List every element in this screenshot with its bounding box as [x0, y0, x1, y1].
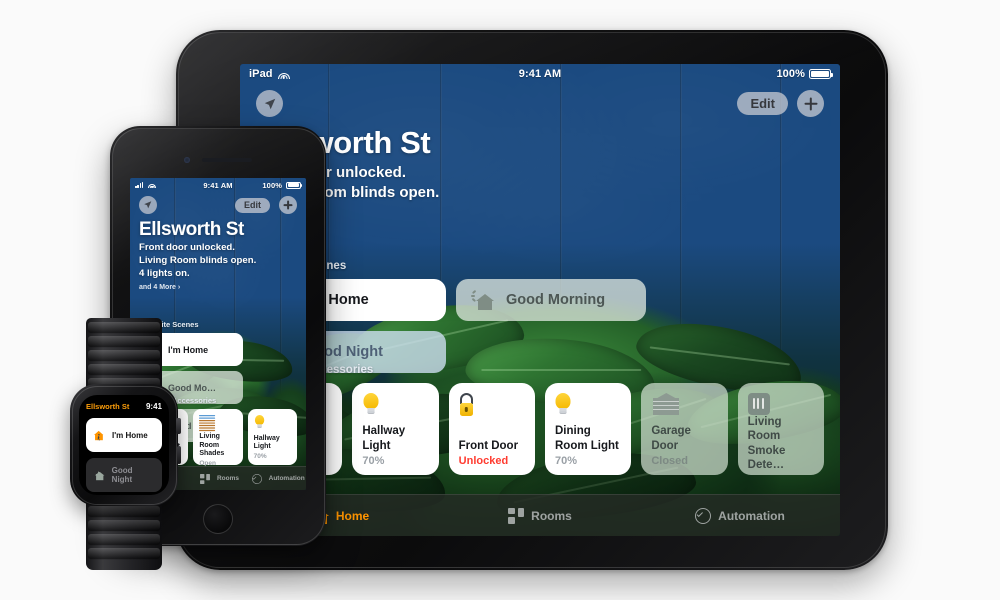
- edit-button[interactable]: Edit: [235, 197, 270, 213]
- page-title: Ellsworth St: [256, 125, 431, 160]
- tab-automation[interactable]: Automation: [247, 471, 306, 487]
- page-title: Ellsworth St: [139, 219, 244, 240]
- ipad-scenes-section: Favorite Scenes I'm Home Good Morning Go…: [256, 260, 824, 373]
- iphone-home-header: Edit Ellsworth St Front door unlocked. L…: [130, 192, 306, 291]
- rooms-icon: [200, 473, 210, 484]
- scene-home-icon: [94, 430, 104, 441]
- tab-label: Rooms: [216, 475, 240, 482]
- scene-label: Good Night: [111, 466, 133, 484]
- tab-label: Automation: [268, 475, 305, 482]
- accessory-name: Dining Room Light: [554, 425, 619, 452]
- accessory-hallway-light[interactable]: Hallway Light 70%: [247, 409, 297, 465]
- accessory-list: Living Room Shades Open Hallway Light 70…: [256, 383, 824, 475]
- tab-label: Home: [335, 508, 370, 523]
- watch-home-title: Ellsworth St: [86, 402, 130, 411]
- iphone-battery-percent: 100%: [262, 180, 282, 190]
- battery-icon: [286, 181, 302, 189]
- scene-label: Good Morning: [506, 292, 606, 308]
- watch-band-bottom: [86, 500, 162, 570]
- tab-label: Automation: [718, 508, 785, 523]
- garage-icon: [651, 393, 682, 415]
- tab-label: Rooms: [531, 508, 572, 523]
- iphone-home-button[interactable]: [203, 504, 233, 534]
- watch-side-button[interactable]: [176, 446, 181, 464]
- accessory-name: Front Door: [458, 439, 519, 452]
- ipad-accessories-section: Favorite Accessories Living Room Shades …: [256, 364, 824, 475]
- location-arrow-icon[interactable]: [139, 196, 157, 214]
- watch-scene-good-night[interactable]: Good Night: [86, 458, 162, 492]
- ipad-screen: iPad 9:41 AM 100% Edit Ellsworth St Fron…: [240, 64, 840, 536]
- iphone-earpiece-speaker: [202, 158, 252, 162]
- tab-rooms[interactable]: Rooms: [440, 507, 640, 524]
- ipad-tab-bar: Home Rooms Automation: [240, 494, 840, 536]
- scene-label: I'm Home: [112, 430, 148, 440]
- plus-icon[interactable]: [797, 90, 824, 117]
- accessory-name: Hallway Light: [253, 434, 280, 451]
- home-status-line-1: Front door unlocked.: [139, 242, 235, 253]
- home-status-line-2: Living Room blinds open.: [256, 183, 440, 201]
- accessory-garage-door[interactable]: Garage Door Closed: [641, 383, 728, 475]
- scene-good-morning[interactable]: Good Morning: [456, 279, 646, 321]
- bulb-icon: [362, 393, 379, 417]
- wifi-icon: [148, 182, 157, 188]
- watch-screen: Ellsworth St 9:41 I'm Home Good Night: [79, 395, 169, 495]
- accessory-state: 70%: [554, 455, 578, 467]
- tab-automation[interactable]: Automation: [640, 507, 840, 524]
- accessory-name: Living Room Shades: [199, 433, 225, 458]
- automation-icon: [251, 473, 262, 484]
- cellular-bars-icon: [135, 182, 144, 188]
- blinds-icon: [199, 415, 216, 432]
- automation-icon: [695, 507, 712, 524]
- accessory-state: Unlocked: [458, 455, 509, 467]
- accessory-name: Garage Door: [651, 425, 691, 452]
- lock-open-icon: [459, 393, 481, 417]
- watch-clock: 9:41: [145, 402, 162, 411]
- scene-night-icon: [94, 470, 105, 481]
- ipad-battery-percent: 100%: [776, 68, 805, 80]
- smoke-detector-icon: [747, 393, 770, 415]
- accessory-hallway-light[interactable]: Hallway Light 70%: [352, 383, 439, 475]
- rooms-icon: [508, 507, 525, 524]
- ipad-home-header: Edit Ellsworth St Front door unlocked. L…: [240, 84, 840, 203]
- accessories-section-label: Favorite Accessories: [258, 364, 374, 376]
- battery-icon: [809, 69, 833, 79]
- home-status-line-2: Living Room blinds open.: [139, 254, 257, 266]
- ipad-status-bar: iPad 9:41 AM 100%: [240, 64, 840, 84]
- home-status-line-1: Front door unlocked.: [256, 164, 406, 181]
- accessory-name: Hallway Light: [362, 425, 406, 452]
- accessory-state: 70%: [253, 453, 267, 460]
- ipad-device-label: iPad: [249, 68, 273, 80]
- apple-watch-device: Ellsworth St 9:41 I'm Home Good Night: [60, 318, 188, 570]
- scene-list: I'm Home Good Morning Good Night: [256, 279, 824, 373]
- digital-crown[interactable]: [176, 418, 181, 434]
- accessory-name: Living Room Smoke Dete…: [747, 416, 786, 472]
- iphone-front-camera-icon: [184, 157, 190, 163]
- and-more-link[interactable]: and 4 More ›: [139, 284, 297, 291]
- location-arrow-icon[interactable]: [256, 90, 283, 117]
- iphone-status-bar: 9:41 AM 100%: [130, 178, 306, 192]
- edit-button[interactable]: Edit: [737, 92, 788, 115]
- accessory-living-room-shades[interactable]: Living Room Shades Open: [193, 409, 243, 467]
- ipad-clock: 9:41 AM: [518, 68, 562, 80]
- scene-morning-icon: [471, 289, 496, 310]
- accessory-living-room-smoke-detector[interactable]: Living Room Smoke Dete…: [737, 383, 824, 475]
- tab-rooms[interactable]: Rooms: [189, 471, 248, 487]
- plus-icon[interactable]: [279, 196, 297, 214]
- watch-scene-im-home[interactable]: I'm Home: [86, 418, 162, 452]
- scenes-section-label: Favorite Scenes: [258, 260, 347, 272]
- marketing-scene: iPad 9:41 AM 100% Edit Ellsworth St Fron…: [0, 0, 1000, 600]
- accessory-state: 70%: [362, 455, 385, 467]
- home-status-line-3: 4 lights on.: [139, 267, 190, 279]
- watch-body: Ellsworth St 9:41 I'm Home Good Night: [70, 384, 181, 506]
- accessory-front-door[interactable]: Front Door Unlocked: [448, 383, 535, 475]
- accessory-dining-room-light[interactable]: Dining Room Light 70%: [544, 383, 632, 475]
- wifi-icon: [277, 70, 290, 79]
- accessory-state: Closed: [651, 455, 688, 467]
- bulb-icon: [555, 393, 572, 417]
- bulb-icon: [254, 415, 265, 430]
